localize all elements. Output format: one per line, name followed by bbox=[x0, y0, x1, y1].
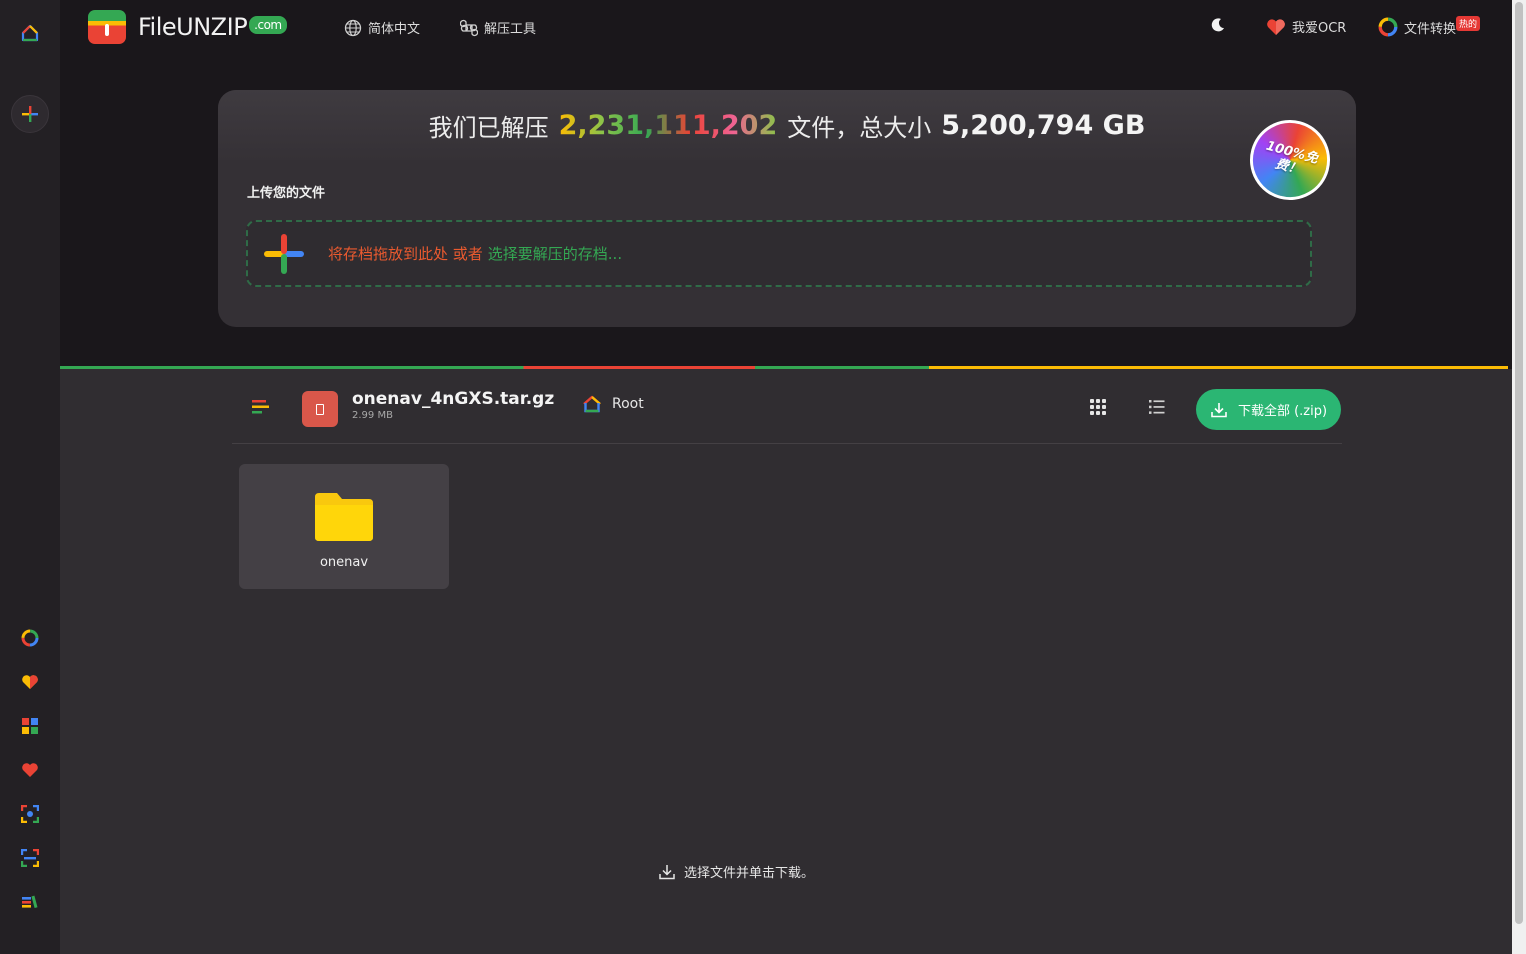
convert-link[interactable]: 文件转换 热的 bbox=[1378, 15, 1481, 37]
free-stamp-text: 100%免费！ bbox=[1264, 138, 1320, 178]
theme-toggle[interactable] bbox=[1210, 17, 1226, 33]
logo-suffix: .com bbox=[249, 16, 287, 34]
archive-size: 2.99 MB bbox=[352, 410, 393, 421]
command-icon bbox=[460, 19, 478, 36]
file-browser-panel: onenav_4nGXS.tar.gz 2.99 MB Root 下载全部 (.… bbox=[60, 369, 1512, 954]
new-task-button[interactable] bbox=[11, 95, 49, 133]
globe-icon bbox=[344, 19, 362, 36]
logo-main-text: FileUNZIP bbox=[138, 13, 248, 41]
breadcrumb-label: Root bbox=[612, 396, 644, 412]
ocr-link[interactable]: 我爱OCR bbox=[1266, 17, 1346, 36]
stats-banner: 我们已解压 2,231,111,202 文件，总大小 5,200,794 GB bbox=[218, 90, 1356, 160]
unzip-tools-menu[interactable]: 解压工具 bbox=[460, 18, 536, 37]
archive-toolbar: onenav_4nGXS.tar.gz 2.99 MB Root 下载全部 (.… bbox=[232, 369, 1342, 444]
download-hint: 选择文件并单击下载。 bbox=[658, 862, 814, 881]
grid-view-button[interactable] bbox=[1088, 397, 1110, 419]
convert-icon bbox=[1378, 17, 1398, 37]
left-rail bbox=[0, 0, 60, 954]
file-tile-name: onenav bbox=[319, 555, 369, 570]
site-logo[interactable]: FileUNZIP .com bbox=[88, 10, 287, 44]
download-hint-text: 选择文件并单击下载。 bbox=[684, 866, 815, 881]
zip-logo-icon bbox=[88, 10, 126, 44]
archive-name: onenav_4nGXS.tar.gz bbox=[352, 389, 555, 409]
archive-file-icon bbox=[302, 391, 338, 427]
download-icon bbox=[1211, 402, 1227, 417]
archive-dropzone[interactable]: 将存档拖放到此处 或者 选择要解压的存档... bbox=[246, 220, 1312, 287]
plus-icon bbox=[22, 106, 38, 122]
grid-icon bbox=[1090, 399, 1106, 415]
download-icon bbox=[659, 864, 675, 879]
download-all-label: 下载全部 (.zip) bbox=[1237, 404, 1328, 419]
convert-icon[interactable] bbox=[14, 622, 46, 654]
page-scrollbar[interactable] bbox=[1512, 0, 1526, 954]
choose-archive-link[interactable]: 选择要解压的存档... bbox=[488, 243, 622, 264]
language-selector[interactable]: 简体中文 bbox=[344, 18, 420, 37]
drop-text: 将存档拖放到此处 或者 bbox=[328, 245, 483, 263]
heart-icon[interactable] bbox=[14, 754, 46, 786]
colorful-plus-icon bbox=[262, 232, 306, 276]
file-tile[interactable]: onenav bbox=[239, 464, 449, 589]
language-label: 简体中文 bbox=[368, 22, 421, 37]
home-icon[interactable] bbox=[14, 17, 46, 49]
sidebar-toggle-icon[interactable] bbox=[252, 399, 270, 418]
heart-icon bbox=[1267, 18, 1285, 35]
heart-lock-icon[interactable] bbox=[14, 666, 46, 698]
breadcrumb-root[interactable]: Root bbox=[582, 395, 644, 413]
folder-icon bbox=[315, 493, 373, 541]
convert-link-label: 文件转换 bbox=[1404, 21, 1457, 37]
hero-card: 我们已解压 2,231,111,202 文件，总大小 5,200,794 GB … bbox=[218, 90, 1356, 327]
stats-prefix: 我们已解压 bbox=[428, 113, 549, 142]
apps-grid-icon[interactable] bbox=[14, 710, 46, 742]
list-icon bbox=[1149, 400, 1165, 414]
top-header: FileUNZIP .com 简体中文 解压工具 我爱OCR 文件转换 热的 bbox=[60, 0, 1512, 56]
scrollbar-thumb[interactable] bbox=[1515, 2, 1523, 924]
ocr-link-label: 我爱OCR bbox=[1292, 21, 1347, 36]
download-all-button[interactable]: 下载全部 (.zip) bbox=[1196, 389, 1341, 430]
scan-icon[interactable] bbox=[14, 798, 46, 830]
unzip-tools-label: 解压工具 bbox=[484, 22, 537, 37]
files-count: 2,231,111,202 bbox=[558, 109, 778, 141]
books-icon[interactable] bbox=[14, 886, 46, 918]
upload-label: 上传您的文件 bbox=[247, 186, 326, 201]
total-size: 5,200,794 GB bbox=[941, 109, 1146, 141]
moon-icon bbox=[1211, 18, 1224, 32]
hot-badge: 热的 bbox=[1456, 15, 1481, 31]
stats-middle: 文件，总大小 bbox=[787, 113, 932, 142]
ocr-scan-icon[interactable] bbox=[14, 842, 46, 874]
list-view-button[interactable] bbox=[1147, 397, 1169, 419]
home-icon bbox=[583, 395, 601, 413]
